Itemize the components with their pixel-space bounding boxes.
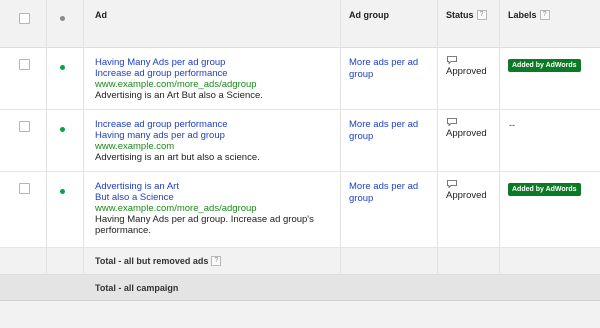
status-text: Approved	[446, 190, 487, 201]
status-cell: Approved	[446, 180, 487, 201]
ad-cell: Having Many Ads per ad group Increase ad…	[95, 57, 263, 101]
total-all-but-removed-label: Total - all but removed ads	[95, 256, 209, 266]
ad-description: Advertising is an art but also a science…	[95, 152, 260, 163]
ad-description: Having Many Ads per ad group. Increase a…	[95, 214, 314, 236]
comment-bubble-icon[interactable]	[447, 180, 457, 188]
column-divider	[340, 0, 341, 275]
comment-bubble-icon[interactable]	[447, 56, 457, 64]
column-divider	[46, 0, 47, 275]
ad-cell: Advertising is an Art But also a Science…	[95, 181, 335, 236]
status-cell: Approved	[446, 56, 487, 77]
ad-cell: Increase ad group performance Having man…	[95, 119, 260, 163]
table-row: Advertising is an Art But also a Science…	[0, 172, 600, 248]
label-badge[interactable]: Added by AdWords	[508, 183, 581, 196]
green-dot-icon	[60, 65, 65, 70]
ad-group-link[interactable]: More ads per ad group	[349, 57, 431, 81]
label-badge[interactable]: Added by AdWords	[508, 59, 581, 72]
comment-bubble-icon[interactable]	[447, 118, 457, 126]
header-ad-group[interactable]: Ad group	[349, 10, 389, 20]
row-checkbox[interactable]	[19, 121, 30, 132]
status-text: Approved	[446, 66, 487, 77]
ads-table: Ad Ad group Status? Labels? Having Many …	[0, 0, 600, 328]
total-all-campaign: Total - all campaign	[95, 283, 179, 293]
column-divider	[83, 0, 84, 275]
row-checkbox[interactable]	[19, 59, 30, 70]
green-dot-icon	[60, 127, 65, 132]
ad-group-link[interactable]: More ads per ad group	[349, 119, 431, 143]
status-text: Approved	[446, 128, 487, 139]
header-labels-label[interactable]: Labels	[508, 10, 537, 20]
ad-headline-1[interactable]: Having Many Ads per ad group	[95, 57, 263, 68]
ad-display-url: www.example.com	[95, 141, 175, 152]
column-divider	[499, 0, 500, 275]
select-all-checkbox[interactable]	[19, 13, 30, 24]
total-help-icon[interactable]: ?	[211, 256, 222, 266]
ad-headline-2[interactable]: But also a Science	[95, 192, 335, 203]
total-all-but-removed: Total - all but removed ads?	[95, 256, 222, 266]
status-cell: Approved	[446, 118, 487, 139]
ad-display-url: www.example.com/more_ads/adgroup	[95, 79, 257, 90]
table-row: Having Many Ads per ad group Increase ad…	[0, 48, 600, 110]
table-header: Ad Ad group Status? Labels?	[0, 0, 600, 48]
ad-headline-1[interactable]: Increase ad group performance	[95, 119, 260, 130]
status-help-icon[interactable]: ?	[476, 10, 487, 20]
ad-headline-2[interactable]: Increase ad group performance	[95, 68, 263, 79]
ad-headline-1[interactable]: Advertising is an Art	[95, 181, 335, 192]
ad-headline-2[interactable]: Having many ads per ad group	[95, 130, 260, 141]
row-checkbox[interactable]	[19, 183, 30, 194]
ad-display-url: www.example.com/more_ads/adgroup	[95, 203, 257, 214]
green-dot-icon	[60, 189, 65, 194]
header-ad[interactable]: Ad	[95, 10, 107, 20]
total-row: Total - all but removed ads?	[0, 248, 600, 275]
table-row: Increase ad group performance Having man…	[0, 110, 600, 172]
table-footer-area	[0, 301, 600, 328]
status-dot-header-icon	[60, 16, 65, 21]
header-status: Status?	[446, 10, 487, 20]
campaign-total-row: Total - all campaign	[0, 275, 600, 301]
ad-group-link[interactable]: More ads per ad group	[349, 181, 431, 205]
column-divider	[437, 0, 438, 275]
header-labels: Labels?	[508, 10, 550, 20]
label-empty: --	[509, 120, 515, 130]
ad-description: Advertising is an Art But also a Science…	[95, 90, 263, 101]
header-status-label[interactable]: Status	[446, 10, 474, 20]
labels-help-icon[interactable]: ?	[539, 10, 550, 20]
